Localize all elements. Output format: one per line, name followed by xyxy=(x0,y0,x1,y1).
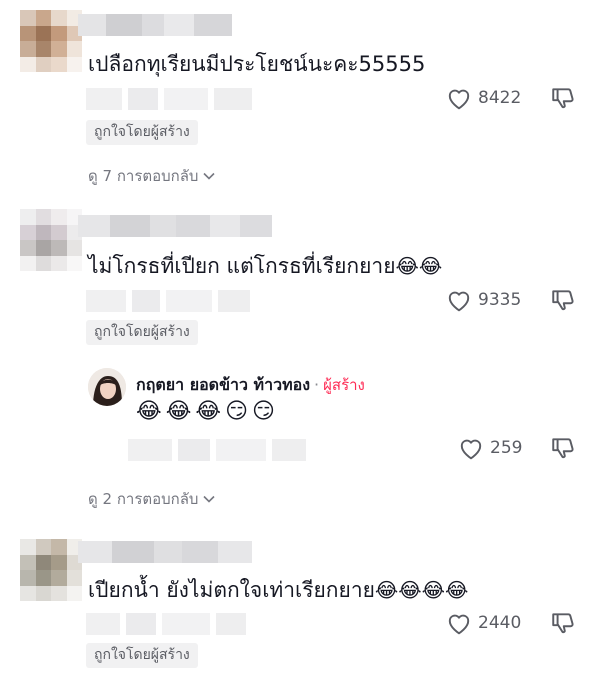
username[interactable] xyxy=(78,215,272,237)
comment-meta xyxy=(86,88,252,110)
creator-label: ผู้สร้าง xyxy=(323,376,365,394)
comment-emojis: 😂😂😂😂 xyxy=(374,578,469,602)
comment-meta xyxy=(86,613,246,635)
comment-item: ไม่โกรธที่เปียก แต่โกรธที่เรียกยาย😂😂 933… xyxy=(0,195,600,525)
heart-outline-icon xyxy=(448,291,470,312)
comment-text: เปลือกทุเรียนมีประโยชน์นะคะ55555 xyxy=(88,52,426,76)
username[interactable] xyxy=(78,541,252,563)
like-count: 2440 xyxy=(478,613,522,633)
view-replies-label: ดู 2 การตอบกลับ xyxy=(88,490,199,508)
view-replies-label: ดู 7 การตอบกลับ xyxy=(88,167,199,185)
reply-dislike-button[interactable] xyxy=(550,435,576,465)
reply-text: 😂😂😂😏😏 xyxy=(136,399,279,424)
comment-item: เปียกน้ำ ยังไม่ตกใจเท่าเรียกยาย😂😂😂😂 2440… xyxy=(0,525,600,676)
separator-dot: · xyxy=(314,375,320,394)
username[interactable] xyxy=(78,14,232,36)
comment-text-body: เปียกน้ำ ยังไม่ตกใจเท่าเรียกยาย xyxy=(88,578,375,602)
like-count: 9335 xyxy=(478,290,522,310)
reply-author: กฤตยา ยอดข้าว ท้าวทอง · ผู้สร้าง xyxy=(136,373,365,398)
liked-by-creator-badge: ถูกใจโดยผู้สร้าง xyxy=(86,643,198,668)
avatar[interactable] xyxy=(20,539,82,601)
heart-outline-icon xyxy=(448,89,470,110)
chevron-down-icon xyxy=(203,172,216,180)
like-count: 8422 xyxy=(478,88,522,108)
creator-name[interactable]: กฤตยา ยอดข้าว ท้าวทอง xyxy=(136,375,310,394)
chevron-down-icon xyxy=(203,495,216,503)
comment-text: ไม่โกรธที่เปียก แต่โกรธที่เรียกยาย😂😂 xyxy=(88,252,442,280)
comment-text-body: ไม่โกรธที่เปียก แต่โกรธที่เรียกยาย xyxy=(88,254,396,278)
dislike-button[interactable] xyxy=(550,287,576,317)
thumbs-down-icon xyxy=(552,290,574,311)
dislike-button[interactable] xyxy=(550,610,576,640)
comment-text: เปียกน้ำ ยังไม่ตกใจเท่าเรียกยาย😂😂😂😂 xyxy=(88,576,468,604)
comment-emojis: 😂😂 xyxy=(395,254,443,278)
comment-item: เปลือกทุเรียนมีประโยชน์นะคะ55555 8422 ถู… xyxy=(0,0,600,195)
heart-outline-icon xyxy=(460,439,482,460)
thumbs-down-icon xyxy=(552,88,574,109)
reply-like-count: 259 xyxy=(490,438,523,458)
like-button[interactable]: 2440 xyxy=(446,611,521,635)
liked-by-creator-badge: ถูกใจโดยผู้สร้าง xyxy=(86,320,198,345)
creator-avatar-image xyxy=(88,368,126,406)
comment-meta xyxy=(86,290,250,312)
avatar[interactable] xyxy=(20,209,82,271)
dislike-button[interactable] xyxy=(550,85,576,115)
view-replies-link[interactable]: ดู 2 การตอบกลับ xyxy=(88,487,216,511)
thumbs-down-icon xyxy=(552,613,574,634)
like-button[interactable]: 9335 xyxy=(446,288,521,312)
avatar[interactable] xyxy=(20,10,82,72)
view-replies-link[interactable]: ดู 7 การตอบกลับ xyxy=(88,164,216,188)
creator-avatar[interactable] xyxy=(88,368,126,406)
thumbs-down-icon xyxy=(552,438,574,459)
heart-outline-icon xyxy=(448,614,470,635)
like-button[interactable]: 8422 xyxy=(446,86,521,110)
reply-meta xyxy=(128,439,306,461)
liked-by-creator-badge: ถูกใจโดยผู้สร้าง xyxy=(86,120,198,145)
reply-like-button[interactable]: 259 xyxy=(458,436,522,460)
